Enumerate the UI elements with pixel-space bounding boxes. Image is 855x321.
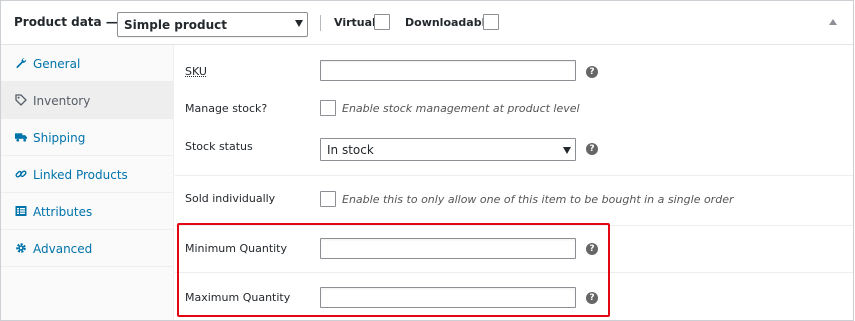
header-separator <box>320 15 321 31</box>
collapse-toggle-icon[interactable] <box>829 19 837 25</box>
sold-individually-description: Enable this to only allow one of this it… <box>342 193 734 206</box>
tab-attributes[interactable]: Attributes <box>1 193 174 230</box>
tab-label: Shipping <box>33 131 86 145</box>
wrench-icon <box>15 57 27 69</box>
truck-icon <box>15 131 27 143</box>
tab-label: Advanced <box>33 242 93 256</box>
sold-individually-checkbox[interactable] <box>320 191 336 207</box>
quantity-highlight-box <box>177 223 610 317</box>
manage-stock-description: Enable stock management at product level <box>342 102 580 115</box>
sku-label: SKU <box>185 65 207 78</box>
tab-linked-products[interactable]: Linked Products <box>1 156 174 193</box>
stock-status-select[interactable]: In stock <box>320 138 576 161</box>
gear-icon <box>15 242 27 254</box>
manage-stock-checkbox[interactable] <box>320 100 336 116</box>
virtual-checkbox[interactable] <box>374 14 390 30</box>
tab-label: Linked Products <box>33 168 128 182</box>
product-data-tabs: General Inventory Shipping Linked Produc… <box>1 45 174 320</box>
link-icon <box>15 168 27 180</box>
panel-header: Product data — Simple product Virtual: D… <box>1 1 853 45</box>
chevron-down-icon <box>295 20 303 27</box>
stock-status-value: In stock <box>327 143 374 157</box>
sku-input[interactable] <box>320 60 576 81</box>
stock-status-label: Stock status <box>185 140 253 153</box>
product-type-value: Simple product <box>124 18 228 32</box>
sold-individually-label: Sold individually <box>185 192 276 205</box>
manage-stock-label: Manage stock? <box>185 102 268 115</box>
help-icon[interactable]: ? <box>586 66 598 78</box>
product-data-panel: Product data — Simple product Virtual: D… <box>0 0 854 321</box>
tab-advanced[interactable]: Advanced <box>1 230 174 267</box>
tag-icon <box>15 94 27 106</box>
product-type-select[interactable]: Simple product <box>117 12 308 37</box>
section-divider <box>175 175 853 176</box>
tab-general[interactable]: General <box>1 45 174 82</box>
tab-label: Attributes <box>33 205 93 219</box>
chevron-down-icon <box>563 147 571 154</box>
tab-inventory[interactable]: Inventory <box>1 82 174 119</box>
list-icon <box>15 205 27 217</box>
tab-shipping[interactable]: Shipping <box>1 119 174 156</box>
panel-title: Product data — <box>14 15 118 29</box>
help-icon[interactable]: ? <box>586 143 598 155</box>
tab-label: Inventory <box>33 94 91 108</box>
downloadable-checkbox[interactable] <box>483 14 499 30</box>
tab-label: General <box>33 57 81 71</box>
